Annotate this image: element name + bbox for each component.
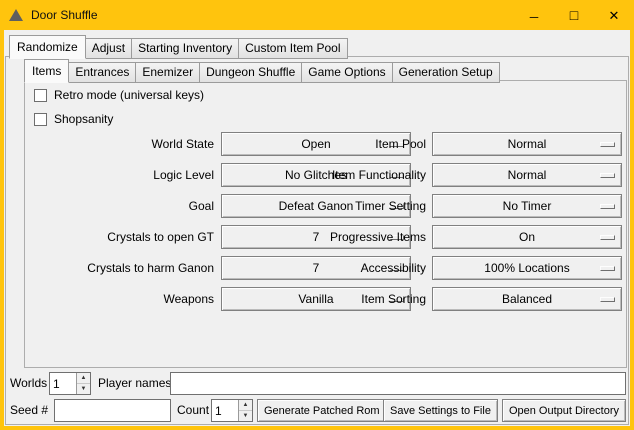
count-input[interactable] (212, 400, 238, 421)
dropdown-value: No Timer (433, 195, 621, 217)
checkbox-label: Shopsanity (54, 112, 113, 126)
app-icon (9, 9, 23, 21)
timer-setting-dropdown[interactable]: No Timer (432, 194, 622, 218)
tab-custom-item-pool[interactable]: Custom Item Pool (238, 38, 347, 59)
worlds-input[interactable] (50, 373, 76, 394)
retro-mode-checkbox[interactable]: Retro mode (universal keys) (34, 86, 204, 104)
player-names-label: Player names (98, 372, 171, 395)
setting-label: Weapons (25, 287, 214, 311)
maximize-icon: □ (570, 8, 578, 22)
door-shuffle-window: Door Shuffle ─ □ ✕ Randomize Adjust Star… (0, 0, 634, 430)
dropdown-indicator-icon (600, 266, 615, 271)
setting-label: Item Pool (275, 132, 426, 156)
tab-items[interactable]: Items (24, 59, 69, 83)
setting-row: Weapons Vanilla Item Sorting Balanced (25, 287, 626, 311)
dropdown-value: Normal (433, 164, 621, 186)
item-functionality-dropdown[interactable]: Normal (432, 163, 622, 187)
dropdown-indicator-icon (600, 173, 615, 178)
inner-tab-bar: Items Entrances Enemizer Dungeon Shuffle… (24, 59, 500, 82)
close-button[interactable]: ✕ (594, 0, 634, 30)
setting-row: Logic Level No Glitches Item Functionali… (25, 163, 626, 187)
player-names-input[interactable] (170, 372, 626, 395)
worlds-label: Worlds (10, 372, 47, 395)
maximize-button[interactable]: □ (554, 0, 594, 30)
spin-down-icon[interactable]: ▼ (77, 383, 90, 394)
setting-label: Item Sorting (275, 287, 426, 311)
spin-up-icon[interactable]: ▲ (239, 400, 252, 410)
spin-down-icon[interactable]: ▼ (239, 410, 252, 421)
dropdown-indicator-icon (600, 297, 615, 302)
tab-entrances[interactable]: Entrances (68, 62, 136, 83)
tab-randomize[interactable]: Randomize (9, 35, 86, 59)
generate-patched-rom-button[interactable]: Generate Patched Rom (257, 399, 387, 422)
spinner-arrows: ▲ ▼ (76, 373, 90, 394)
dropdown-indicator-icon (600, 204, 615, 209)
worlds-spinner[interactable]: ▲ ▼ (49, 372, 91, 395)
count-spinner[interactable]: ▲ ▼ (211, 399, 253, 422)
dialog-body: Randomize Adjust Starting Inventory Cust… (4, 30, 630, 426)
progressive-items-dropdown[interactable]: On (432, 225, 622, 249)
item-sorting-dropdown[interactable]: Balanced (432, 287, 622, 311)
setting-label: Timer Setting (275, 194, 426, 218)
setting-label: Accessibility (275, 256, 426, 280)
tab-generation-setup[interactable]: Generation Setup (392, 62, 500, 83)
spin-up-icon[interactable]: ▲ (77, 373, 90, 383)
setting-label: Crystals to open GT (25, 225, 214, 249)
setting-row: Crystals to open GT 7 Progressive Items … (25, 225, 626, 249)
seed-input[interactable] (54, 399, 171, 422)
bottom-right-buttons: Save Settings to File Open Output Direct… (383, 399, 626, 422)
window-controls: ─ □ ✕ (514, 0, 634, 30)
items-pane: Retro mode (universal keys) Shopsanity W… (24, 80, 627, 368)
setting-label: Logic Level (25, 163, 214, 187)
checkbox-icon (34, 89, 47, 102)
tab-game-options[interactable]: Game Options (301, 62, 392, 83)
minimize-icon: ─ (530, 11, 539, 23)
dropdown-value: 100% Locations (433, 257, 621, 279)
setting-label: Crystals to harm Ganon (25, 256, 214, 280)
worlds-row: Worlds ▲ ▼ Player names (8, 372, 626, 395)
setting-label: World State (25, 132, 214, 156)
seed-row: Seed # Count ▲ ▼ Generate Patched Rom Sa… (8, 399, 626, 422)
close-icon: ✕ (609, 9, 620, 22)
setting-row: Crystals to harm Ganon 7 Accessibility 1… (25, 256, 626, 280)
randomize-pane: Items Entrances Enemizer Dungeon Shuffle… (5, 56, 629, 425)
checkbox-label: Retro mode (universal keys) (54, 88, 204, 102)
setting-label: Goal (25, 194, 214, 218)
setting-row: World State Open Item Pool Normal (25, 132, 626, 156)
dropdown-value: Normal (433, 133, 621, 155)
spinner-arrows: ▲ ▼ (238, 400, 252, 421)
outer-tab-bar: Randomize Adjust Starting Inventory Cust… (9, 35, 348, 58)
count-label: Count (177, 399, 209, 422)
tab-starting-inventory[interactable]: Starting Inventory (131, 38, 239, 59)
setting-label: Item Functionality (275, 163, 426, 187)
setting-label: Progressive Items (275, 225, 426, 249)
tab-adjust[interactable]: Adjust (85, 38, 132, 59)
save-settings-button[interactable]: Save Settings to File (383, 399, 498, 422)
tab-dungeon-shuffle[interactable]: Dungeon Shuffle (199, 62, 302, 83)
window-title: Door Shuffle (31, 8, 98, 22)
open-output-directory-button[interactable]: Open Output Directory (502, 399, 626, 422)
dropdown-value: Balanced (433, 288, 621, 310)
dropdown-indicator-icon (600, 142, 615, 147)
dropdown-indicator-icon (600, 235, 615, 240)
dropdown-value: On (433, 226, 621, 248)
setting-row: Goal Defeat Ganon Timer Setting No Timer (25, 194, 626, 218)
titlebar[interactable]: Door Shuffle ─ □ ✕ (0, 0, 634, 30)
shopsanity-checkbox[interactable]: Shopsanity (34, 110, 113, 128)
minimize-button[interactable]: ─ (514, 0, 554, 30)
accessibility-dropdown[interactable]: 100% Locations (432, 256, 622, 280)
seed-label: Seed # (10, 399, 48, 422)
tab-enemizer[interactable]: Enemizer (135, 62, 200, 83)
checkbox-icon (34, 113, 47, 126)
item-pool-dropdown[interactable]: Normal (432, 132, 622, 156)
